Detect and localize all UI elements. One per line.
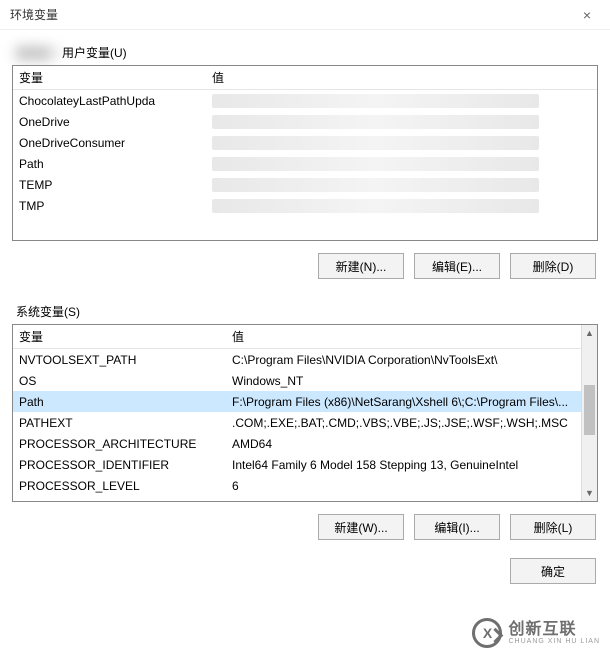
system-section-label: 系统变量(S): [16, 303, 80, 320]
close-icon[interactable]: ×: [572, 7, 602, 23]
variable-cell: OneDrive: [13, 115, 208, 129]
table-row[interactable]: TEMP: [13, 174, 597, 195]
variable-cell: TEMP: [13, 178, 208, 192]
window-title: 环境变量: [10, 6, 58, 23]
table-row[interactable]: OneDrive: [13, 111, 597, 132]
table-row[interactable]: OneDriveConsumer: [13, 132, 597, 153]
redacted-value: [212, 115, 539, 129]
redacted-value: [212, 94, 539, 108]
user-label-text: 用户变量(U): [62, 46, 127, 60]
redacted-value: [212, 178, 539, 192]
user-edit-button[interactable]: 编辑(E)...: [414, 253, 500, 279]
watermark-text: 创新互联 CHUANG XIN HU LIAN: [508, 622, 600, 645]
ok-button[interactable]: 确定: [510, 558, 596, 584]
system-edit-button[interactable]: 编辑(I)...: [414, 514, 500, 540]
system-rows: NVTOOLSEXT_PATHC:\Program Files\NVIDIA C…: [13, 349, 597, 496]
system-table-header: 变量 值: [13, 325, 597, 349]
user-buttons: 新建(N)... 编辑(E)... 删除(D): [12, 253, 598, 279]
value-cell: Windows_NT: [228, 374, 597, 388]
system-variables-table[interactable]: 变量 值 NVTOOLSEXT_PATHC:\Program Files\NVI…: [12, 324, 598, 502]
table-row[interactable]: PathF:\Program Files (x86)\NetSarang\Xsh…: [13, 391, 597, 412]
system-header-value[interactable]: 值: [228, 328, 597, 345]
value-cell: [208, 115, 597, 129]
table-row[interactable]: PROCESSOR_LEVEL6: [13, 475, 597, 496]
value-cell: [208, 136, 597, 150]
value-cell: [208, 94, 597, 108]
value-cell: [208, 157, 597, 171]
user-variables-table[interactable]: 变量 值 ChocolateyLastPathUpda OneDrive OneDr…: [12, 65, 598, 241]
user-table-header: 变量 值: [13, 66, 597, 90]
variable-cell: Path: [13, 395, 228, 409]
system-scrollbar[interactable]: ▲ ▼: [581, 325, 597, 501]
table-row[interactable]: OSWindows_NT: [13, 370, 597, 391]
variable-cell: OneDriveConsumer: [13, 136, 208, 150]
value-cell: Intel64 Family 6 Model 158 Stepping 13, …: [228, 458, 597, 472]
watermark-en: CHUANG XIN HU LIAN: [508, 638, 600, 645]
scroll-up-icon[interactable]: ▲: [582, 325, 597, 341]
variable-cell: PATHEXT: [13, 416, 228, 430]
value-cell: AMD64: [228, 437, 597, 451]
watermark-logo-icon: X: [472, 618, 502, 648]
scroll-down-icon[interactable]: ▼: [582, 485, 597, 501]
user-variables-section: ████的用户变量(U) 变量 值 ChocolateyLastPathUpda…: [12, 38, 598, 279]
user-section-label: ████的用户变量(U): [16, 44, 127, 61]
value-cell: [208, 199, 597, 213]
table-row[interactable]: PROCESSOR_IDENTIFIERIntel64 Family 6 Mod…: [13, 454, 597, 475]
user-new-button[interactable]: 新建(N)...: [318, 253, 404, 279]
variable-cell: PROCESSOR_LEVEL: [13, 479, 228, 493]
redacted-value: [212, 136, 539, 150]
variable-cell: OS: [13, 374, 228, 388]
system-header-variable[interactable]: 变量: [13, 328, 228, 345]
variable-cell: Path: [13, 157, 208, 171]
variable-cell: TMP: [13, 199, 208, 213]
user-rows: ChocolateyLastPathUpda OneDrive OneDriveCo…: [13, 90, 597, 216]
user-header-variable[interactable]: 变量: [13, 69, 208, 86]
system-variables-section: 系统变量(S) 变量 值 NVTOOLSEXT_PATHC:\Program F…: [12, 297, 598, 540]
table-row[interactable]: PROCESSOR_ARCHITECTUREAMD64: [13, 433, 597, 454]
value-cell: [208, 178, 597, 192]
variable-cell: NVTOOLSEXT_PATH: [13, 353, 228, 367]
value-cell: .COM;.EXE;.BAT;.CMD;.VBS;.VBE;.JS;.JSE;.…: [228, 416, 597, 430]
titlebar: 环境变量 ×: [0, 0, 610, 30]
dialog-footer: 确定: [12, 558, 598, 584]
system-new-button[interactable]: 新建(W)...: [318, 514, 404, 540]
value-cell: 6: [228, 479, 597, 493]
redacted-value: [212, 199, 539, 213]
redacted-value: [212, 157, 539, 171]
user-delete-button[interactable]: 删除(D): [510, 253, 596, 279]
dialog-body: ████的用户变量(U) 变量 值 ChocolateyLastPathUpda…: [0, 30, 610, 596]
scroll-thumb[interactable]: [584, 385, 595, 435]
user-header-value[interactable]: 值: [208, 69, 597, 86]
variable-cell: PROCESSOR_IDENTIFIER: [13, 458, 228, 472]
table-row[interactable]: ChocolateyLastPathUpda: [13, 90, 597, 111]
variable-cell: ChocolateyLastPathUpda: [13, 94, 208, 108]
system-delete-button[interactable]: 删除(L): [510, 514, 596, 540]
value-cell: C:\Program Files\NVIDIA Corporation\NvTo…: [228, 353, 597, 367]
watermark: X 创新互联 CHUANG XIN HU LIAN: [472, 618, 600, 648]
table-row[interactable]: Path: [13, 153, 597, 174]
variable-cell: PROCESSOR_ARCHITECTURE: [13, 437, 228, 451]
watermark-cn: 创新互联: [508, 622, 600, 638]
value-cell: F:\Program Files (x86)\NetSarang\Xshell …: [228, 395, 597, 409]
table-row[interactable]: TMP: [13, 195, 597, 216]
table-row[interactable]: PATHEXT.COM;.EXE;.BAT;.CMD;.VBS;.VBE;.JS…: [13, 412, 597, 433]
table-row[interactable]: NVTOOLSEXT_PATHC:\Program Files\NVIDIA C…: [13, 349, 597, 370]
user-label-prefix: ████的: [16, 46, 62, 60]
system-buttons: 新建(W)... 编辑(I)... 删除(L): [12, 514, 598, 540]
